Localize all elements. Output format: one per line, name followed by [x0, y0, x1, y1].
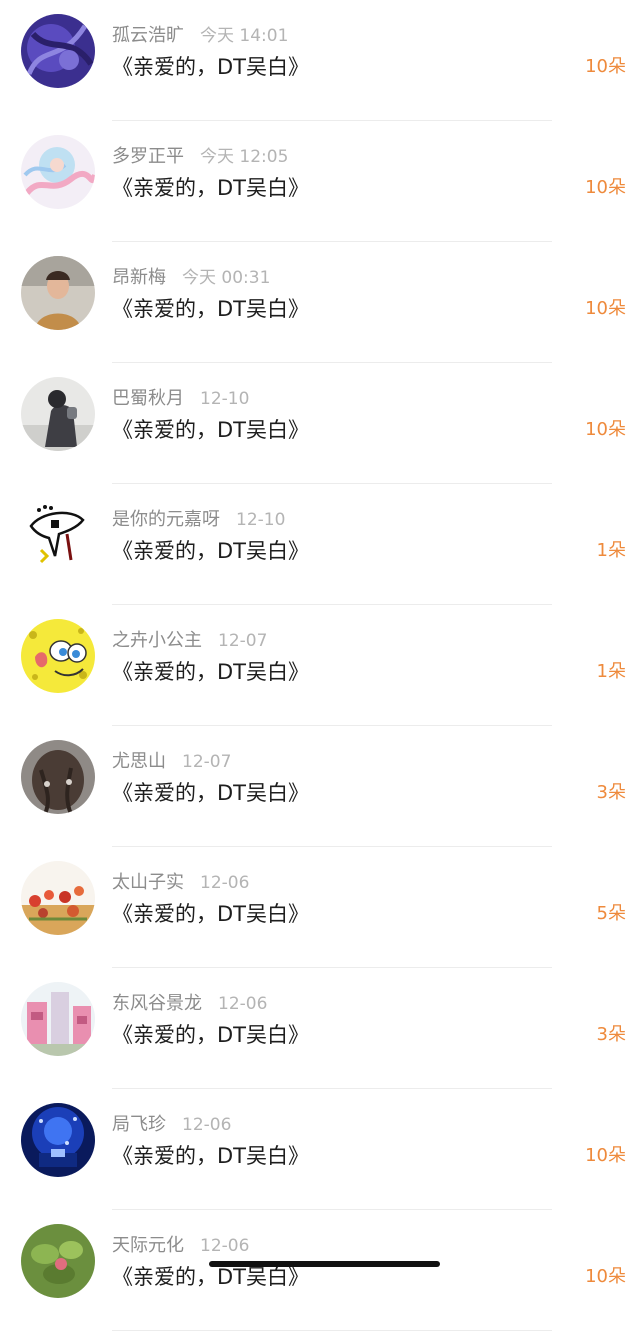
item-meta: 太山子实 12-06: [112, 869, 249, 897]
flower-count: 10朵: [585, 1145, 626, 1166]
item-meta: 东风谷景龙 12-06: [112, 990, 267, 1018]
user-avatar[interactable]: [21, 982, 95, 1056]
timestamp: 12-10: [200, 389, 250, 409]
user-name[interactable]: 孤云浩旷: [112, 25, 184, 46]
list-item[interactable]: 尤思山 12-07 《亲爱的，DT吴白》 3朵: [0, 726, 638, 847]
list-item[interactable]: 东风谷景龙 12-06 《亲爱的，DT吴白》 3朵: [0, 968, 638, 1089]
list-item[interactable]: 局飞珍 12-06 《亲爱的，DT吴白》 10朵: [0, 1089, 638, 1210]
cartoon-bird-avatar-icon: [21, 498, 95, 572]
flower-count: 3朵: [596, 1024, 626, 1045]
list-item[interactable]: 巴蜀秋月 12-10 《亲爱的，DT吴白》 10朵: [0, 363, 638, 484]
anime-girl-avatar-icon: [21, 135, 95, 209]
user-avatar[interactable]: [21, 14, 95, 88]
item-meta: 局飞珍 12-06: [112, 1111, 231, 1139]
item-title[interactable]: 《亲爱的，DT吴白》: [112, 292, 309, 326]
flower-count: 1朵: [596, 661, 626, 682]
pink-building-avatar-icon: [21, 982, 95, 1056]
flower-count: 5朵: [596, 903, 626, 924]
item-title[interactable]: 《亲爱的，DT吴白》: [112, 1018, 309, 1052]
user-avatar[interactable]: [21, 861, 95, 935]
item-meta: 昂新梅 今天 00:31: [112, 264, 270, 292]
item-title[interactable]: 《亲爱的，DT吴白》: [112, 171, 309, 205]
user-avatar[interactable]: [21, 619, 95, 693]
user-avatar[interactable]: [21, 498, 95, 572]
item-meta: 多罗正平 今天 12:05: [112, 143, 288, 171]
item-title[interactable]: 《亲爱的，DT吴白》: [112, 776, 309, 810]
user-name[interactable]: 巴蜀秋月: [112, 388, 184, 409]
list-item[interactable]: 是你的元嘉呀 12-10 《亲爱的，DT吴白》 1朵: [0, 484, 638, 605]
flower-count: 3朵: [596, 782, 626, 803]
man-portrait-avatar-icon: [21, 256, 95, 330]
timestamp: 今天 00:31: [182, 268, 271, 288]
item-meta: 之卉小公主 12-07: [112, 627, 267, 655]
home-indicator[interactable]: [209, 1261, 440, 1267]
list-item[interactable]: 太山子实 12-06 《亲爱的，DT吴白》 5朵: [0, 847, 638, 968]
item-meta: 尤思山 12-07: [112, 748, 231, 776]
flower-count: 1朵: [596, 540, 626, 561]
user-avatar[interactable]: [21, 1103, 95, 1177]
timestamp: 12-06: [200, 873, 250, 893]
list-item[interactable]: 孤云浩旷 今天 14:01 《亲爱的，DT吴白》 10朵: [0, 0, 638, 121]
person-photo-avatar-icon: [21, 377, 95, 451]
item-meta: 孤云浩旷 今天 14:01: [112, 22, 288, 50]
list-item[interactable]: 之卉小公主 12-07 《亲爱的，DT吴白》 1朵: [0, 605, 638, 726]
timestamp: 12-10: [236, 510, 286, 530]
gift-record-list: 孤云浩旷 今天 14:01 《亲爱的，DT吴白》 10朵 多罗正平 今天 12:05…: [0, 0, 638, 1331]
purple-abstract-avatar-icon: [21, 14, 95, 88]
timestamp: 12-06: [200, 1236, 250, 1256]
user-name[interactable]: 天际元化: [112, 1235, 184, 1256]
item-meta: 是你的元嘉呀 12-10: [112, 506, 285, 534]
flower-count: 10朵: [585, 56, 626, 77]
timestamp: 12-06: [182, 1115, 232, 1135]
flower-count: 10朵: [585, 177, 626, 198]
hair-back-avatar-icon: [21, 740, 95, 814]
user-avatar[interactable]: [21, 1224, 95, 1298]
item-title[interactable]: 《亲爱的，DT吴白》: [112, 897, 309, 931]
user-avatar[interactable]: [21, 256, 95, 330]
user-avatar[interactable]: [21, 377, 95, 451]
item-title[interactable]: 《亲爱的，DT吴白》: [112, 1139, 309, 1173]
user-name[interactable]: 尤思山: [112, 751, 166, 772]
item-meta: 天际元化 12-06: [112, 1232, 249, 1260]
sponge-cartoon-avatar-icon: [21, 619, 95, 693]
timestamp: 12-07: [218, 631, 268, 651]
user-name[interactable]: 东风谷景龙: [112, 993, 202, 1014]
user-name[interactable]: 昂新梅: [112, 267, 166, 288]
user-name[interactable]: 是你的元嘉呀: [112, 509, 220, 530]
user-name[interactable]: 之卉小公主: [112, 630, 202, 651]
timestamp: 12-07: [182, 752, 232, 772]
flower-field-avatar-icon: [21, 861, 95, 935]
timestamp: 12-06: [218, 994, 268, 1014]
user-name[interactable]: 太山子实: [112, 872, 184, 893]
item-title[interactable]: 《亲爱的，DT吴白》: [112, 655, 309, 689]
list-item[interactable]: 天际元化 12-06 《亲爱的，DT吴白》 10朵: [0, 1210, 638, 1331]
item-title[interactable]: 《亲爱的，DT吴白》: [112, 534, 309, 568]
user-name[interactable]: 局飞珍: [112, 1114, 166, 1135]
user-avatar[interactable]: [21, 740, 95, 814]
flower-count: 10朵: [585, 419, 626, 440]
blue-lights-avatar-icon: [21, 1103, 95, 1177]
item-title[interactable]: 《亲爱的，DT吴白》: [112, 50, 309, 84]
item-meta: 巴蜀秋月 12-10: [112, 385, 249, 413]
flower-count: 10朵: [585, 298, 626, 319]
flower-count: 10朵: [585, 1266, 626, 1287]
green-plant-avatar-icon: [21, 1224, 95, 1298]
user-name[interactable]: 多罗正平: [112, 146, 184, 167]
list-item[interactable]: 昂新梅 今天 00:31 《亲爱的，DT吴白》 10朵: [0, 242, 638, 363]
timestamp: 今天 14:01: [200, 26, 289, 46]
timestamp: 今天 12:05: [200, 147, 289, 167]
item-title[interactable]: 《亲爱的，DT吴白》: [112, 413, 309, 447]
list-item[interactable]: 多罗正平 今天 12:05 《亲爱的，DT吴白》 10朵: [0, 121, 638, 242]
user-avatar[interactable]: [21, 135, 95, 209]
